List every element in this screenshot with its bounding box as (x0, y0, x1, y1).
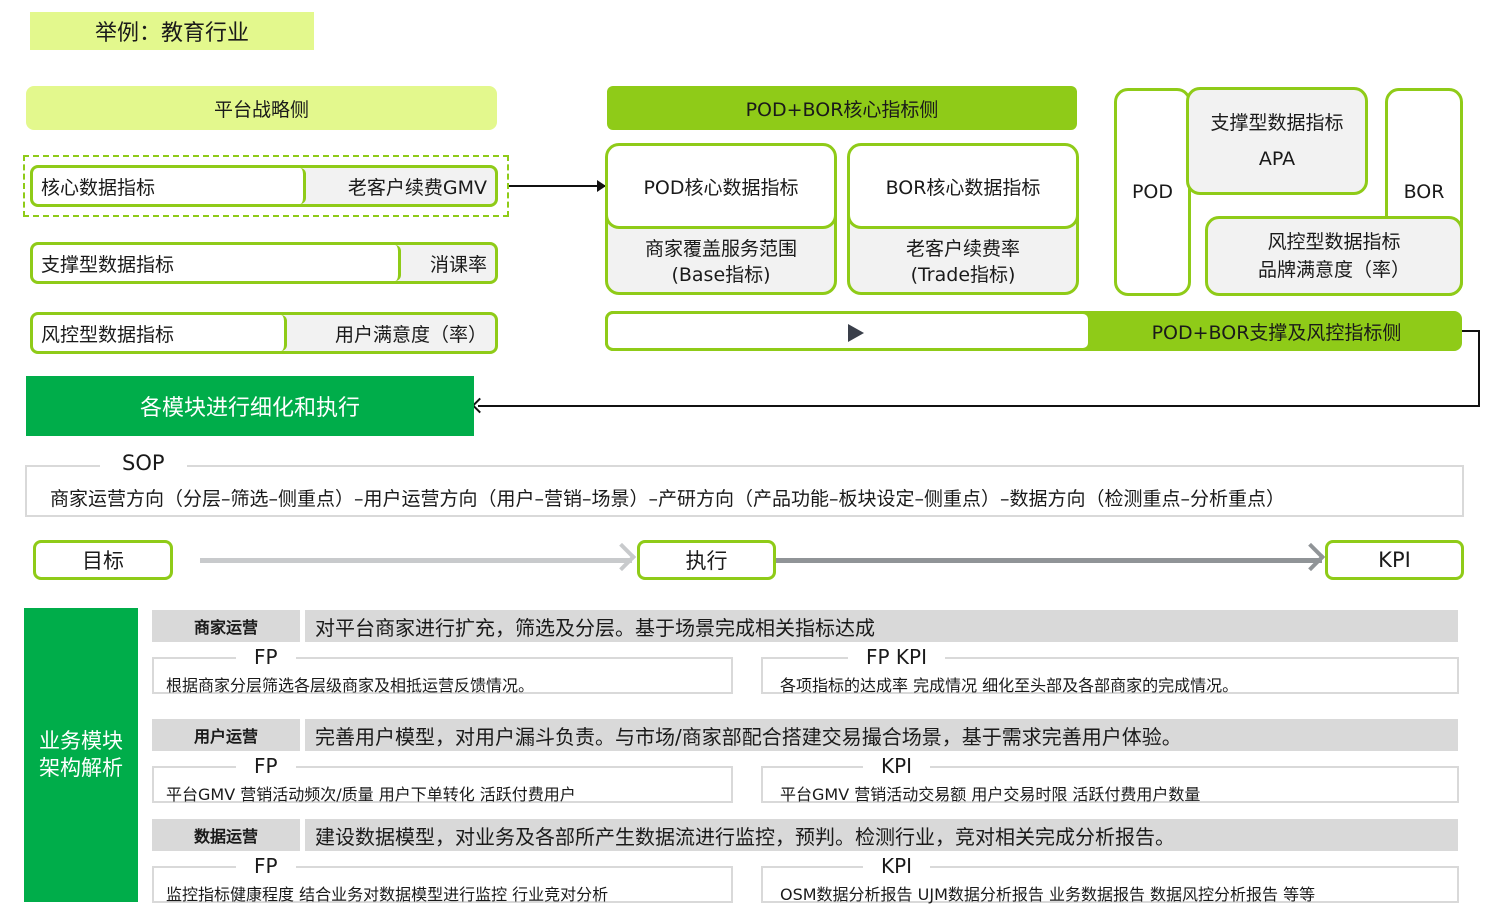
module-kpi-title: FP KPI (848, 645, 945, 669)
goal-box: 目标 (33, 540, 173, 580)
chevron-right-icon (607, 542, 637, 572)
platform-strategy-header: 平台战略侧 (26, 86, 497, 130)
module-label: 用户运营 (152, 719, 300, 751)
metric-value: 老客户续费GMV (347, 176, 487, 199)
metric-value: 消课率 (429, 253, 487, 276)
module-fp-text: 根据商家分层筛选各层级商家及相抵运营反馈情况。 (166, 676, 535, 695)
podbor-core-header: POD+BOR核心指标侧 (607, 86, 1077, 130)
execute-box: 执行 (637, 540, 776, 580)
module-label: 商家运营 (152, 610, 300, 642)
execute-banner: 各模块进行细化和执行 (26, 376, 474, 436)
module-fp-title: FP (236, 754, 296, 778)
card-title: POD核心数据指标 (608, 146, 834, 229)
metric-value: 用户满意度（率） (334, 323, 487, 346)
card-title: BOR核心数据指标 (850, 146, 1076, 229)
pod-box: POD (1114, 88, 1191, 296)
platform-support-metric-row: 支撑型数据指标 消课率 (30, 242, 498, 284)
card-title: 风控型数据指标 (1267, 231, 1401, 253)
module-fp-title: FP (236, 645, 296, 669)
flow-arrow-line (776, 558, 1322, 563)
chevron-right-icon (1296, 542, 1326, 572)
card-value: 品牌满意度（率） (1257, 259, 1410, 281)
platform-core-metric-row: 核心数据指标 老客户续费GMV (30, 165, 498, 207)
metric-type-label: 风控型数据指标 (33, 315, 287, 351)
play-icon[interactable] (848, 324, 864, 342)
risk-metric-card: 风控型数据指标 品牌满意度（率） (1205, 216, 1463, 296)
card-line: 商家覆盖服务范围 (644, 238, 797, 260)
bar-white-segment (605, 311, 1091, 351)
card-line: (Trade指标) (910, 264, 1016, 286)
sop-text: 商家运营方向（分层–筛选–侧重点）–用户运营方向（用户–营销–场景）–产研方向（… (50, 488, 1286, 510)
example-tag: 举例：教育行业 (30, 12, 314, 50)
metric-type-label: 核心数据指标 (33, 168, 306, 204)
podbor-support-bar: POD+BOR支撑及风控指标侧 (605, 311, 1462, 351)
bor-core-card: BOR核心数据指标 老客户续费率 (Trade指标) (847, 143, 1079, 295)
module-kpi-text: 平台GMV 营销活动交易额 用户交易时限 活跃付费用户数量 (780, 785, 1201, 804)
support-metric-card: 支撑型数据指标 APA (1186, 87, 1368, 195)
modules-side-label: 业务模块 架构解析 (24, 608, 138, 902)
module-description: 完善用户模型，对用户漏斗负责。与市场/商家部配合搭建交易撮合场景，基于需求完善用… (305, 719, 1458, 751)
arrow-left-icon (478, 405, 1480, 407)
module-label: 数据运营 (152, 819, 300, 851)
module-description: 建设数据模型，对业务及各部所产生数据流进行监控，预判。检测行业，竞对相关完成分析… (305, 819, 1458, 851)
module-fp-text: 平台GMV 营销活动频次/质量 用户下单转化 活跃付费用户 (166, 785, 576, 804)
card-line: (Base指标) (671, 264, 771, 286)
card-body: 商家覆盖服务范围 (Base指标) (608, 232, 834, 292)
module-kpi-title: KPI (863, 754, 931, 778)
module-description: 对平台商家进行扩充，筛选及分层。基于场景完成相关指标达成 (305, 610, 1458, 642)
card-value: APA (1258, 148, 1296, 170)
connector-line (1478, 330, 1480, 407)
card-title: 支撑型数据指标 (1210, 112, 1344, 134)
card-line: 老客户续费率 (905, 238, 1020, 260)
card-body: 老客户续费率 (Trade指标) (850, 232, 1076, 292)
pod-core-card: POD核心数据指标 商家覆盖服务范围 (Base指标) (605, 143, 837, 295)
module-kpi-text: OSM数据分析报告 UJM数据分析报告 业务数据报告 数据风控分析报告 等等 (780, 885, 1316, 904)
arrow-right-icon (509, 180, 606, 192)
side-line: 业务模块 (39, 729, 123, 753)
kpi-box: KPI (1325, 540, 1464, 580)
side-line: 架构解析 (39, 756, 123, 780)
sop-title: SOP (100, 448, 187, 478)
platform-risk-metric-row: 风控型数据指标 用户满意度（率） (30, 312, 498, 354)
module-fp-title: FP (236, 854, 296, 878)
flow-arrow-line (200, 558, 632, 563)
metric-type-label: 支撑型数据指标 (33, 245, 401, 281)
module-kpi-title: KPI (863, 854, 931, 878)
module-fp-text: 监控指标健康程度 结合业务对数据模型进行监控 行业竞对分析 (166, 885, 609, 904)
module-kpi-text: 各项指标的达成率 完成情况 细化至头部及各部商家的完成情况。 (780, 676, 1239, 695)
podbor-support-label: POD+BOR支撑及风控指标侧 (1151, 321, 1402, 344)
